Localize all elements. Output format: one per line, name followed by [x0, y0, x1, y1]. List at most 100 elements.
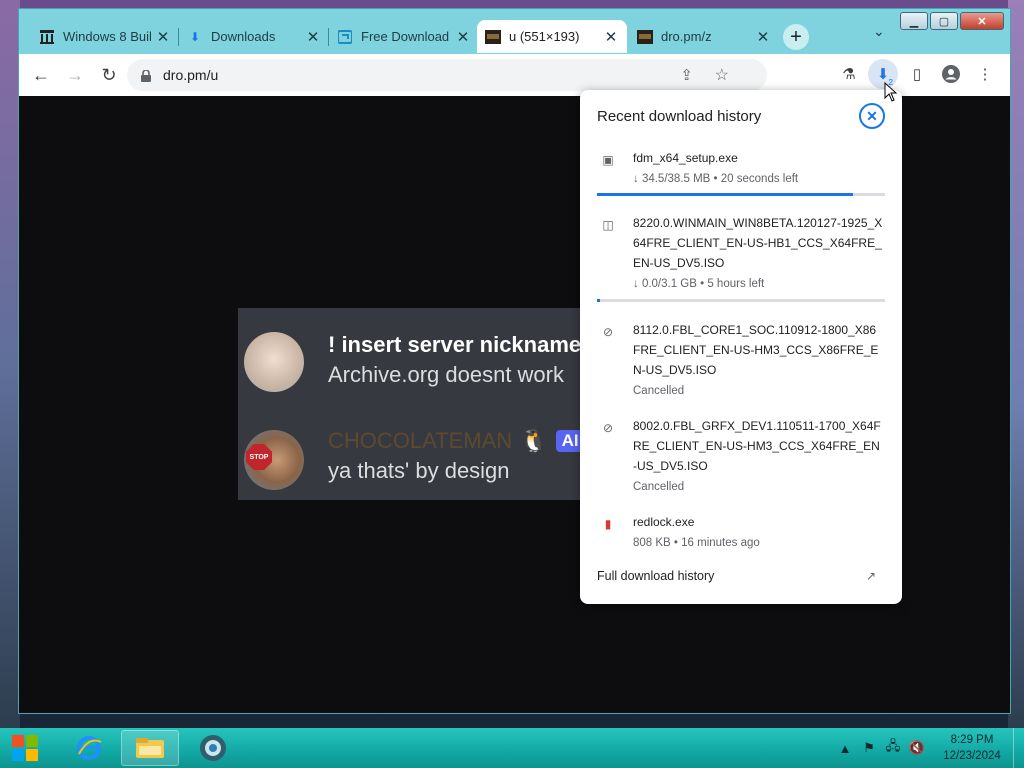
close-tab-icon[interactable]: ✕	[455, 28, 471, 46]
download-filename: 8002.0.FBL_GRFX_DEV1.110511-1700_X64FRE_…	[633, 416, 883, 497]
bot-badge: AI	[555, 430, 582, 452]
message-author: CHOCOLATEMAN	[328, 428, 513, 453]
download-bubble-title: Recent download history	[597, 108, 762, 125]
tray-overflow-icon[interactable]: ▲	[835, 738, 855, 758]
download-filename: fdm_x64_setup.exe ↓ 34.5/38.5 MB • 20 se…	[633, 148, 883, 189]
tab-active-image[interactable]: u (551×193) ✕	[477, 20, 627, 53]
fdm-icon	[337, 29, 353, 45]
toolbar-actions: ⚗ ⬇ 2 ▯ ⋮	[834, 59, 1000, 89]
system-tray: ▲ ⚑ 🖧 🔇 8:29 PM 12/23/2024	[831, 728, 1024, 768]
full-download-history-link[interactable]: Full download history	[597, 569, 714, 583]
download-status: Cancelled	[633, 385, 685, 397]
tab-strip: Windows 8 Buil ✕ ⬇ Downloads ✕ Free Down…	[19, 9, 1010, 55]
internet-explorer-icon[interactable]	[60, 730, 118, 766]
new-tab-button[interactable]: +	[783, 24, 809, 50]
download-status: Cancelled	[633, 481, 685, 493]
download-filename-text: fdm_x64_setup.exe	[633, 151, 738, 165]
tab-downloads[interactable]: ⬇ Downloads ✕	[179, 20, 329, 53]
close-window-button[interactable]: ✕	[960, 12, 1004, 30]
download-item[interactable]: ⊘ 8112.0.FBL_CORE1_SOC.110912-1800_X86FR…	[597, 320, 887, 400]
side-panel-icon[interactable]: ▯	[902, 59, 932, 89]
download-status: ↓ 34.5/38.5 MB • 20 seconds left	[633, 173, 799, 185]
forward-button[interactable]: →	[59, 59, 91, 91]
archive-icon	[39, 29, 55, 45]
share-icon[interactable]: ⇪	[680, 66, 693, 84]
chat-message: STOP CHOCOLATEMAN 🐧 AI ya thats' by desi…	[244, 428, 582, 490]
download-item[interactable]: ⊘ 8002.0.FBL_GRFX_DEV1.110511-1700_X64FR…	[597, 416, 887, 496]
app-file-icon: ▮	[604, 517, 612, 531]
download-progress-bar	[597, 193, 885, 196]
download-item[interactable]: ▮ redlock.exe 808 KB • 16 minutes ago	[597, 512, 887, 552]
mouse-cursor-icon	[884, 82, 898, 102]
taskbar: ▲ ⚑ 🖧 🔇 8:29 PM 12/23/2024	[0, 728, 1024, 768]
download-filename: 8220.0.WINMAIN_WIN8BETA.120127-1925_X64F…	[633, 213, 883, 294]
tab-title: Free Download	[361, 29, 450, 44]
bookmark-star-icon[interactable]: ☆	[715, 65, 729, 85]
download-icon: ⬇	[189, 29, 201, 44]
download-filename-text: 8002.0.FBL_GRFX_DEV1.110511-1700_X64FRE_…	[633, 419, 881, 473]
clock-date: 12/23/2024	[943, 750, 1001, 762]
download-filename-text: 8112.0.FBL_CORE1_SOC.110912-1800_X86FRE_…	[633, 323, 879, 377]
browser-taskbar-icon[interactable]	[184, 730, 242, 766]
message-text: ya thats' by design	[328, 458, 510, 483]
desktop-wallpaper-left	[0, 0, 20, 730]
tab-title: Downloads	[211, 29, 276, 44]
action-center-flag-icon[interactable]: ⚑	[859, 738, 879, 758]
window-controls: ▁ ▢ ✕	[900, 12, 1004, 30]
avatar	[244, 332, 304, 392]
download-status: ↓ 0.0/3.1 GB • 5 hours left	[633, 278, 765, 290]
show-desktop-button[interactable]	[1013, 728, 1024, 768]
download-filename: 8112.0.FBL_CORE1_SOC.110912-1800_X86FRE_…	[633, 320, 883, 401]
installer-icon: ▣	[602, 153, 614, 167]
chat-message: ! insert server nickname Archive.org doe…	[244, 332, 581, 392]
clock-time: 8:29 PM	[950, 734, 994, 746]
tab-title: Windows 8 Buil	[63, 29, 152, 44]
start-button[interactable]	[8, 732, 42, 764]
message-author: ! insert server nickname	[328, 332, 582, 357]
network-icon[interactable]: 🖧	[883, 738, 903, 758]
volume-muted-icon[interactable]: 🔇	[907, 738, 927, 758]
cancelled-icon: ⊘	[602, 421, 614, 435]
back-button[interactable]: ←	[25, 59, 57, 91]
maximize-button[interactable]: ▢	[930, 12, 958, 30]
download-item[interactable]: ▣ fdm_x64_setup.exe ↓ 34.5/38.5 MB • 20 …	[597, 148, 887, 188]
avatar: STOP	[244, 430, 304, 490]
message-author-row: CHOCOLATEMAN 🐧 AI	[328, 428, 582, 454]
menu-kebab-icon[interactable]: ⋮	[970, 59, 1000, 89]
download-filename: redlock.exe 808 KB • 16 minutes ago	[633, 512, 883, 553]
download-progress-fill	[597, 299, 600, 302]
external-link-icon[interactable]: ↗	[866, 569, 876, 583]
download-bubble: Recent download history ✕ ▣ fdm_x64_setu…	[580, 90, 902, 604]
close-tab-icon[interactable]: ✕	[155, 28, 171, 46]
reload-button[interactable]: ↻	[93, 59, 125, 91]
download-icon: ⬇	[876, 66, 890, 83]
stop-sign: STOP	[246, 444, 272, 470]
penguin-emoji-icon: 🐧	[520, 428, 548, 453]
tab-dro-z[interactable]: dro.pm/z ✕	[629, 20, 779, 53]
file-explorer-icon[interactable]	[121, 730, 179, 766]
tab-title: u (551×193)	[509, 29, 580, 44]
tab-free-download[interactable]: Free Download ✕	[329, 20, 479, 53]
download-filename-text: 8220.0.WINMAIN_WIN8BETA.120127-1925_X64F…	[633, 216, 883, 270]
download-item[interactable]: ◫ 8220.0.WINMAIN_WIN8BETA.120127-1925_X6…	[597, 213, 887, 293]
image-icon	[485, 29, 501, 45]
disc-file-icon: ◫	[602, 218, 614, 232]
download-filename-text: redlock.exe	[633, 515, 695, 529]
lock-icon[interactable]	[141, 69, 151, 82]
tab-windows8-build[interactable]: Windows 8 Buil ✕	[31, 20, 179, 53]
chat-screenshot-image: ! insert server nickname Archive.org doe…	[238, 308, 582, 500]
message-text: Archive.org doesnt work	[328, 362, 564, 387]
close-tab-icon[interactable]: ✕	[603, 28, 619, 46]
close-tab-icon[interactable]: ✕	[755, 28, 771, 46]
tab-search-chevron-icon[interactable]: ⌄	[873, 23, 885, 40]
clock[interactable]: 8:29 PM 12/23/2024	[935, 732, 1009, 764]
close-bubble-button[interactable]: ✕	[859, 103, 885, 129]
close-tab-icon[interactable]: ✕	[305, 28, 321, 46]
address-bar[interactable]: dro.pm/u ⇪ ☆	[127, 59, 767, 91]
labs-flask-icon[interactable]: ⚗	[834, 59, 864, 89]
download-status: 808 KB • 16 minutes ago	[633, 537, 760, 549]
download-progress-fill	[597, 193, 854, 196]
profile-avatar-icon[interactable]	[936, 59, 966, 89]
minimize-button[interactable]: ▁	[900, 12, 928, 30]
download-progress-bar	[597, 299, 885, 302]
